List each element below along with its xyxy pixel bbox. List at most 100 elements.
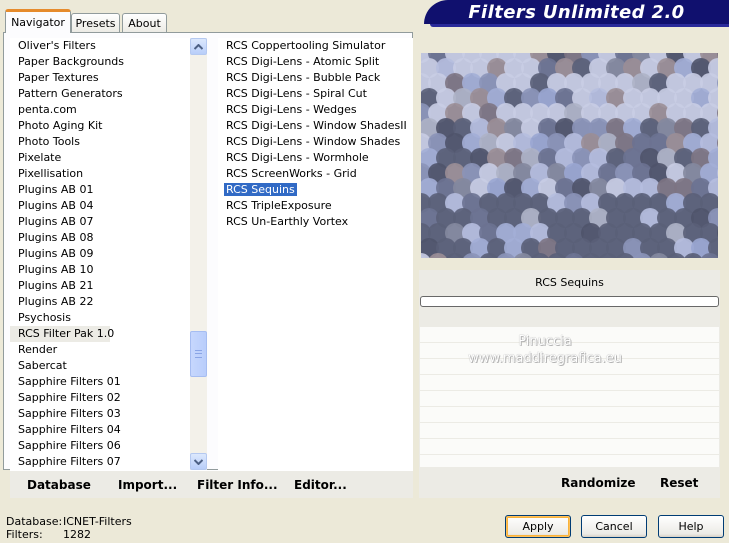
- chevron-up-icon: [194, 43, 203, 50]
- tab-presets[interactable]: Presets: [71, 13, 120, 32]
- category-item-label: Plugins AB 01: [18, 183, 94, 196]
- category-item-label: Paper Backgrounds: [18, 55, 125, 68]
- preview-image: [421, 53, 718, 258]
- filter-item[interactable]: RCS Coppertooling Simulator: [218, 38, 413, 54]
- filter-item[interactable]: RCS Digi-Lens - Atomic Split: [218, 54, 413, 70]
- category-item[interactable]: Paper Backgrounds: [10, 54, 190, 70]
- filter-item-label: RCS Digi-Lens - Wormhole: [226, 151, 369, 164]
- category-item[interactable]: Sapphire Filters 03: [10, 406, 190, 422]
- watermark-line2: www.maddiregrafica.eu: [468, 351, 622, 366]
- category-item-label: Render: [18, 343, 58, 356]
- filter-info-button[interactable]: Filter Info...: [197, 471, 278, 499]
- category-item-label: Sapphire Filters 01: [18, 375, 121, 388]
- filter-item-label: RCS Digi-Lens - Window ShadesII: [226, 119, 407, 132]
- import-button[interactable]: Import...: [118, 471, 177, 499]
- category-item[interactable]: Pattern Generators: [10, 86, 190, 102]
- tab-about[interactable]: About: [122, 13, 167, 32]
- category-item[interactable]: Sapphire Filters 04: [10, 422, 190, 438]
- category-item[interactable]: Sapphire Filters 01: [10, 374, 190, 390]
- title-banner: Filters Unlimited 2.0: [424, 0, 729, 27]
- filter-item[interactable]: RCS Digi-Lens - Spiral Cut: [218, 86, 413, 102]
- category-item-label: Sapphire Filters 04: [18, 423, 121, 436]
- filter-item[interactable]: RCS Sequins: [218, 182, 413, 198]
- category-item-label: Plugins AB 09: [18, 247, 94, 260]
- category-item[interactable]: Plugins AB 22: [10, 294, 190, 310]
- list-toolbar: Database Import... Filter Info... Editor…: [10, 470, 413, 498]
- category-item[interactable]: Oliver's Filters: [10, 38, 190, 54]
- category-item-label: Plugins AB 07: [18, 215, 94, 228]
- editor-button[interactable]: Editor...: [294, 471, 347, 499]
- filter-item-label: RCS Digi-Lens - Wedges: [226, 103, 357, 116]
- category-item-label: Sapphire Filters 02: [18, 391, 121, 404]
- category-item[interactable]: Render: [10, 342, 190, 358]
- category-item-label: Oliver's Filters: [18, 39, 96, 52]
- scroll-down-button[interactable]: [190, 453, 207, 470]
- category-item-label: Paper Textures: [18, 71, 99, 84]
- status-filters: Filters: 1282: [6, 528, 91, 541]
- randomize-button[interactable]: Randomize: [561, 476, 635, 490]
- category-item[interactable]: Plugins AB 08: [10, 230, 190, 246]
- category-item-label: RCS Filter Pak 1.0: [18, 327, 115, 340]
- category-item[interactable]: Pixelate: [10, 150, 190, 166]
- reset-button[interactable]: Reset: [660, 476, 698, 490]
- category-item[interactable]: Plugins AB 07: [10, 214, 190, 230]
- category-scrollbar[interactable]: [190, 38, 207, 470]
- category-item[interactable]: penta.com: [10, 102, 190, 118]
- category-item-label: Photo Aging Kit: [18, 119, 103, 132]
- filter-list[interactable]: RCS Coppertooling Simulator RCS Digi-Lens…: [218, 38, 413, 470]
- category-item[interactable]: Sapphire Filters 06: [10, 438, 190, 454]
- app-title: Filters Unlimited 2.0: [468, 1, 685, 23]
- grip-icon: [195, 350, 202, 358]
- cancel-button[interactable]: Cancel: [581, 515, 647, 538]
- apply-button[interactable]: Apply: [505, 515, 571, 538]
- category-item-label: Plugins AB 08: [18, 231, 94, 244]
- category-item[interactable]: Plugins AB 21: [10, 278, 190, 294]
- filter-item[interactable]: RCS TripleExposure: [218, 198, 413, 214]
- filter-item-label: RCS ScreenWorks - Grid: [226, 167, 357, 180]
- filter-item-label: RCS TripleExposure: [226, 199, 332, 212]
- filter-item[interactable]: RCS Digi-Lens - Wormhole: [218, 150, 413, 166]
- filter-item[interactable]: RCS Digi-Lens - Wedges: [218, 102, 413, 118]
- category-item-label: penta.com: [18, 103, 77, 116]
- category-list[interactable]: Oliver's Filters Paper Backgrounds Paper T…: [10, 38, 190, 470]
- category-item[interactable]: Plugins AB 01: [10, 182, 190, 198]
- category-item[interactable]: Sapphire Filters 07: [10, 454, 190, 470]
- filter-item[interactable]: RCS Digi-Lens - Bubble Pack: [218, 70, 413, 86]
- filter-item[interactable]: RCS Digi-Lens - Window ShadesII: [218, 118, 413, 134]
- progress-bar: [420, 296, 719, 307]
- category-item[interactable]: Paper Textures: [10, 70, 190, 86]
- filter-item[interactable]: RCS ScreenWorks - Grid: [218, 166, 413, 182]
- tab-navigator[interactable]: Navigator: [5, 9, 71, 33]
- filter-item[interactable]: RCS Digi-Lens - Window Shades: [218, 134, 413, 150]
- category-item-label: Plugins AB 21: [18, 279, 94, 292]
- category-item-label: Pixellisation: [18, 167, 84, 180]
- category-item[interactable]: RCS Filter Pak 1.0: [10, 326, 114, 342]
- database-button[interactable]: Database: [27, 471, 91, 499]
- chevron-down-icon: [194, 458, 203, 465]
- category-item[interactable]: Sabercat: [10, 358, 190, 374]
- category-item-label: Pixelate: [18, 151, 62, 164]
- scroll-up-button[interactable]: [190, 38, 207, 55]
- category-item[interactable]: Photo Tools: [10, 134, 190, 150]
- category-item[interactable]: Pixellisation: [10, 166, 190, 182]
- watermark: Pinuccia www.maddiregrafica.eu: [420, 333, 670, 367]
- filter-item-label: RCS Digi-Lens - Atomic Split: [226, 55, 380, 68]
- filter-item-label: RCS Coppertooling Simulator: [226, 39, 386, 52]
- filter-item[interactable]: RCS Un-Earthly Vortex: [218, 214, 413, 230]
- category-item[interactable]: Plugins AB 04: [10, 198, 190, 214]
- category-item[interactable]: Sapphire Filters 02: [10, 390, 190, 406]
- help-button[interactable]: Help: [658, 515, 724, 538]
- filter-item-label: RCS Digi-Lens - Window Shades: [226, 135, 401, 148]
- filter-item-label: RCS Digi-Lens - Bubble Pack: [226, 71, 381, 84]
- scroll-thumb[interactable]: [190, 331, 207, 377]
- category-item[interactable]: Psychosis: [10, 310, 190, 326]
- category-item-label: Plugins AB 10: [18, 263, 94, 276]
- category-item-label: Sapphire Filters 06: [18, 439, 121, 452]
- category-item[interactable]: Plugins AB 09: [10, 246, 190, 262]
- category-item[interactable]: Plugins AB 10: [10, 262, 190, 278]
- category-item-label: Plugins AB 22: [18, 295, 94, 308]
- category-item[interactable]: Photo Aging Kit: [10, 118, 190, 134]
- filter-item-label: RCS Digi-Lens - Spiral Cut: [226, 87, 367, 100]
- status-database: Database: ICNET-Filters: [6, 515, 132, 528]
- filter-item-label: RCS Un-Earthly Vortex: [226, 215, 349, 228]
